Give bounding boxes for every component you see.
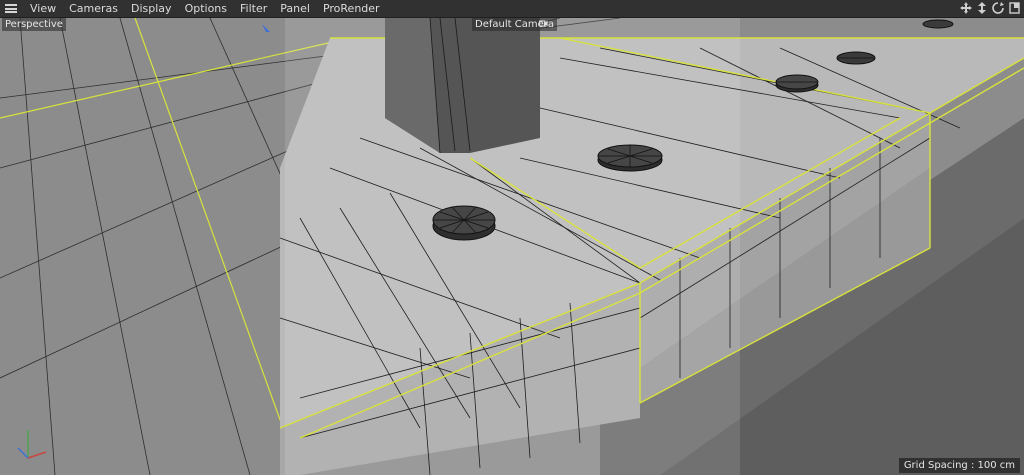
camera-link-icon[interactable] bbox=[539, 19, 548, 28]
menu-cameras[interactable]: Cameras bbox=[62, 0, 124, 17]
disc-medium[interactable] bbox=[597, 144, 663, 172]
viewport-nav-icons bbox=[960, 1, 1020, 15]
toggle-view-icon[interactable] bbox=[1008, 1, 1020, 15]
menu-display[interactable]: Display bbox=[124, 0, 178, 17]
3d-viewport[interactable]: Perspective Default Camera Grid Spacing … bbox=[0, 18, 1024, 475]
move-view-icon[interactable] bbox=[960, 1, 972, 15]
hamburger-menu-icon[interactable] bbox=[5, 4, 17, 13]
disc-small[interactable] bbox=[775, 74, 819, 93]
disc-far-1[interactable] bbox=[836, 51, 876, 65]
disc-large[interactable] bbox=[432, 205, 496, 241]
view-label[interactable]: Perspective bbox=[2, 18, 66, 31]
menu-bar: View Cameras Display Options Filter Pane… bbox=[0, 0, 1024, 18]
menu-panel[interactable]: Panel bbox=[273, 0, 316, 17]
grid-spacing-readout: Grid Spacing : 100 cm bbox=[898, 458, 1020, 473]
rotate-view-icon[interactable] bbox=[992, 1, 1004, 15]
viewport-scene bbox=[0, 18, 1024, 475]
menu-view[interactable]: View bbox=[23, 0, 62, 17]
zoom-view-icon[interactable] bbox=[976, 1, 988, 15]
menu-filter[interactable]: Filter bbox=[233, 0, 273, 17]
disc-far-2[interactable] bbox=[922, 19, 954, 29]
menu-options[interactable]: Options bbox=[178, 0, 233, 17]
menu-prorender[interactable]: ProRender bbox=[316, 0, 386, 17]
